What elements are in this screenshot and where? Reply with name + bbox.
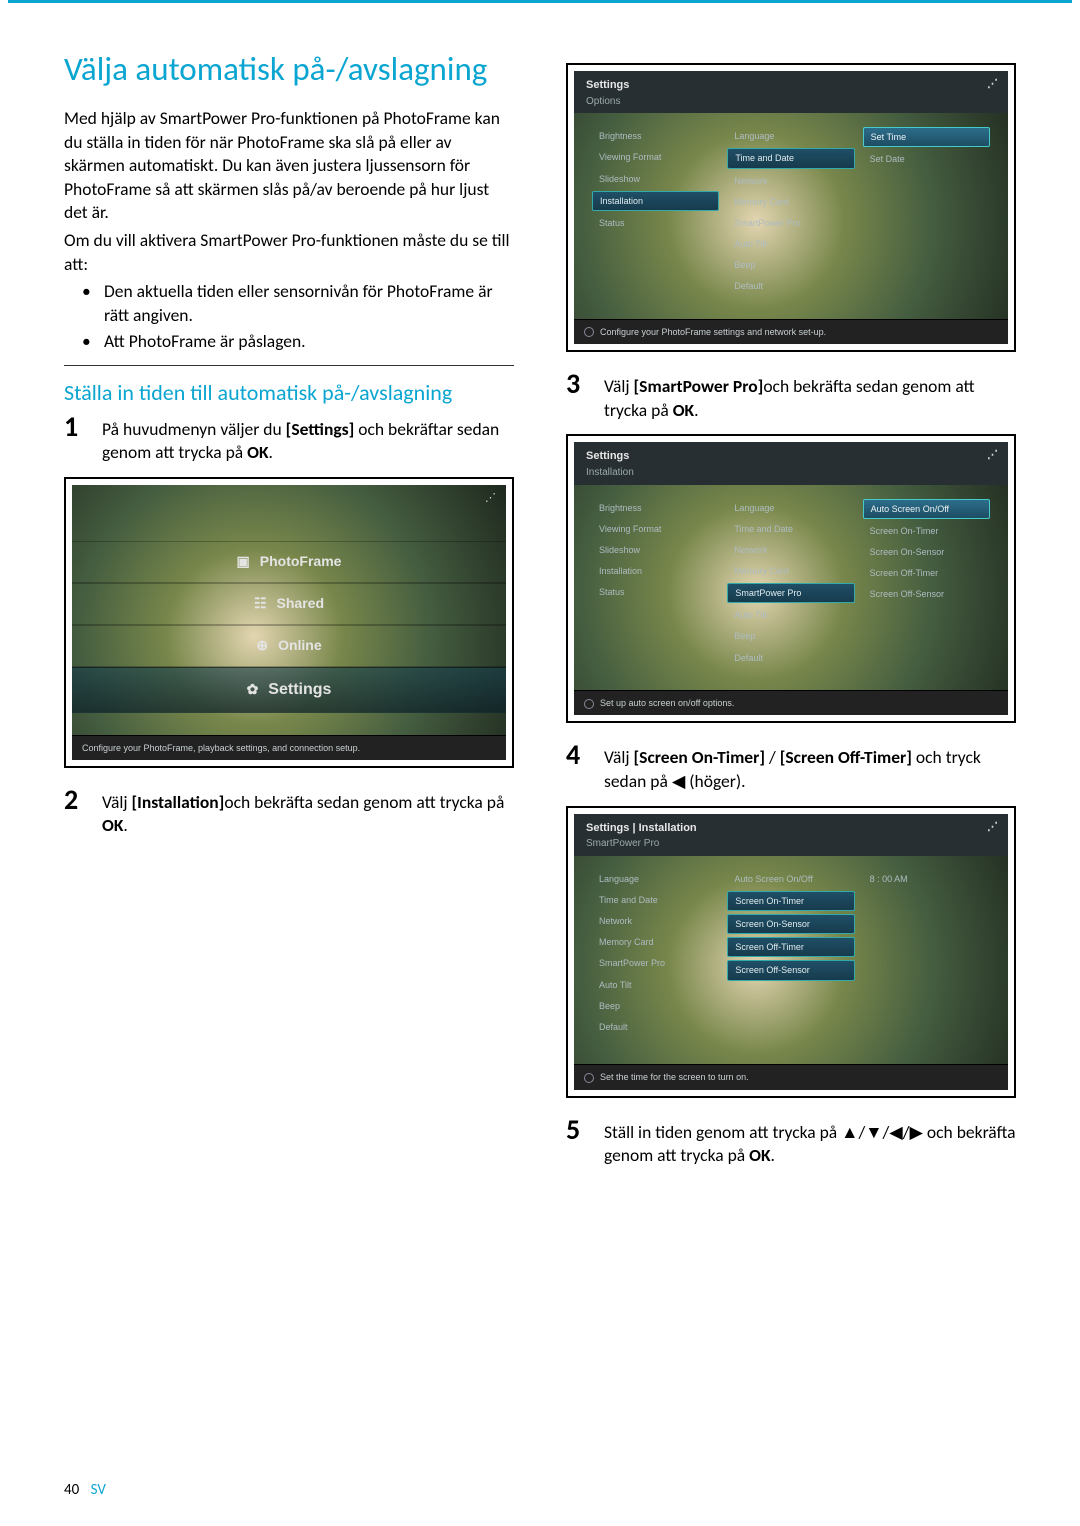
menu-row-photoframe: ▣ PhotoFrame (72, 541, 506, 583)
intro-bullets: Den aktuella tiden eller sensornivån för… (64, 280, 514, 353)
nav-dot-icon (584, 699, 594, 709)
shared-icon: ☷ (254, 594, 267, 613)
menu-row-online: ⊕ Online (72, 625, 506, 667)
hint-bar: Configure your PhotoFrame settings and n… (574, 319, 1008, 344)
settings-col-2: Language Time and Date Network Memory Ca… (727, 499, 854, 667)
intro-para-1: Med hjälp av SmartPower Pro-funktionen p… (64, 107, 514, 225)
settings-col-1: Brightness Viewing Format Slideshow Inst… (592, 499, 719, 667)
screenshot-smartpower: Settings | Installation ⋰ SmartPower Pro… (566, 806, 1016, 1098)
settings-col-2: Language Time and Date Network Memory Ca… (727, 127, 854, 295)
screenshot-installation: Settings ⋰ Installation Brightness Viewi… (566, 434, 1016, 723)
settings-col-3: Auto Screen On/Off Screen On-Timer Scree… (863, 499, 990, 667)
settings-col-3: Set Time Set Date (863, 127, 990, 295)
step-4: 4 Välj [Screen On-Timer] / [Screen Off-T… (566, 741, 1016, 793)
step-1: 1 På huvudmenyn väljer du [Settings] och… (64, 413, 514, 465)
intro-bullet: Att PhotoFrame är påslagen. (82, 330, 514, 354)
step-body: Välj [Installation]och bekräfta sedan ge… (102, 786, 514, 838)
nav-dot-icon (584, 1073, 594, 1083)
wifi-icon: ⋰ (485, 491, 496, 506)
page-footer: 40 SV (64, 1480, 106, 1500)
header-bar: Settings ⋰ Installation (574, 442, 1008, 484)
menu-row-settings: ✿ Settings (72, 667, 506, 713)
settings-col-3: 8 : 00 AM (863, 870, 990, 1036)
step-body: På huvudmenyn väljer du [Settings] och b… (102, 413, 514, 465)
step-number: 4 (566, 741, 590, 793)
step-number: 3 (566, 370, 590, 422)
screenshot-settings-options: Settings ⋰ Options Brightness Viewing Fo… (566, 63, 1016, 352)
gear-icon: ✿ (247, 680, 259, 699)
intro-bullet: Den aktuella tiden eller sensornivån för… (82, 280, 514, 327)
step-5: 5 Ställ in tiden genom att trycka på ▲/▼… (566, 1116, 1016, 1168)
section-heading: Välja automatisk på-/avslagning (64, 51, 514, 89)
settings-col-1: Brightness Viewing Format Slideshow Inst… (592, 127, 719, 295)
step-number: 1 (64, 413, 88, 465)
header-bar: Settings ⋰ Options (574, 71, 1008, 113)
menu-row-shared: ☷ Shared (72, 583, 506, 625)
wifi-icon: ⋰ (987, 820, 998, 835)
wifi-icon: ⋰ (987, 448, 998, 463)
settings-col-2: Auto Screen On/Off Screen On-Timer Scree… (727, 870, 854, 1036)
intro-para-2: Om du vill aktivera SmartPower Pro-funkt… (64, 229, 514, 276)
step-number: 2 (64, 786, 88, 838)
header-bar: Settings | Installation ⋰ SmartPower Pro (574, 814, 1008, 856)
step-number: 5 (566, 1116, 590, 1168)
step-body: Välj [SmartPower Pro]och bekräfta sedan … (604, 370, 1016, 422)
screenshot-main-menu: ⋰ ▣ PhotoFrame ☷ Shared ⊕ Online ✿ Setti… (64, 477, 514, 768)
page-lang: SV (91, 1481, 106, 1499)
subsection-heading: Ställa in tiden till automatisk på-/avsl… (64, 380, 514, 406)
hint-bar: Set the time for the screen to turn on. (574, 1064, 1008, 1089)
step-3: 3 Välj [SmartPower Pro]och bekräfta seda… (566, 370, 1016, 422)
step-2: 2 Välj [Installation]och bekräfta sedan … (64, 786, 514, 838)
nav-dot-icon (584, 327, 594, 337)
section-divider (64, 365, 514, 366)
hint-bar: Configure your PhotoFrame, playback sett… (72, 735, 506, 760)
step-body: Välj [Screen On-Timer] / [Screen Off-Tim… (604, 741, 1016, 793)
photo-icon: ▣ (237, 552, 250, 571)
hint-bar: Set up auto screen on/off options. (574, 690, 1008, 715)
globe-icon: ⊕ (256, 636, 268, 655)
settings-col-1: Language Time and Date Network Memory Ca… (592, 870, 719, 1036)
page-number: 40 (64, 1481, 79, 1499)
step-body: Ställ in tiden genom att trycka på ▲/▼/◀… (604, 1116, 1016, 1168)
wifi-icon: ⋰ (987, 77, 998, 92)
